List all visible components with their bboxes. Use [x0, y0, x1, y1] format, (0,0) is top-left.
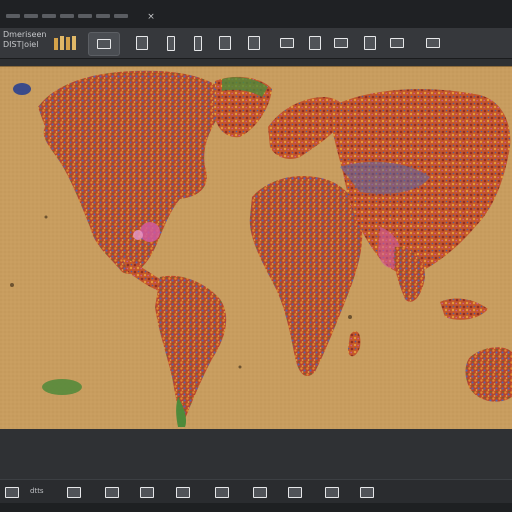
- frame-icon: [5, 486, 19, 498]
- map-canvas[interactable]: [0, 66, 512, 430]
- palette-button[interactable]: [50, 32, 80, 54]
- menu-item[interactable]: [24, 14, 38, 18]
- phone-button[interactable]: [187, 32, 209, 54]
- document-icon: [105, 486, 119, 498]
- close-icon[interactable]: ×: [146, 12, 156, 22]
- window-menu[interactable]: [6, 14, 128, 20]
- task-button-4[interactable]: [173, 484, 193, 500]
- world-map: [0, 67, 512, 429]
- main-toolbar: Dmeriseen DIST|oiel: [0, 28, 512, 59]
- first-frame-button[interactable]: [2, 484, 22, 500]
- task-button-2[interactable]: [102, 484, 122, 500]
- stamp-icon: [364, 36, 376, 50]
- document-icon: [176, 486, 190, 498]
- bottom-taskbar: dtts: [0, 479, 512, 504]
- document-icon: [215, 486, 229, 498]
- camera-icon: [97, 39, 111, 49]
- bottom-panel: [0, 429, 512, 479]
- taskbar-label: dtts: [30, 487, 44, 495]
- mobile-icon: [325, 486, 339, 498]
- menu-item[interactable]: [114, 14, 128, 18]
- bars-icon: [54, 36, 76, 50]
- layer-icon: [136, 36, 148, 50]
- task-button-1[interactable]: [64, 484, 84, 500]
- picture-icon: [390, 38, 404, 48]
- document-icon: [67, 486, 81, 498]
- menu-item[interactable]: [96, 14, 110, 18]
- book-button[interactable]: [160, 32, 182, 54]
- share-button[interactable]: [418, 32, 448, 54]
- task-button-7[interactable]: [285, 484, 305, 500]
- photo-icon: [280, 38, 294, 48]
- task-button-9[interactable]: [357, 484, 377, 500]
- battery-button[interactable]: [214, 32, 236, 54]
- share-icon: [426, 38, 440, 48]
- phone-icon: [194, 35, 202, 51]
- monitor-button[interactable]: [330, 32, 352, 54]
- document-icon: [288, 486, 302, 498]
- monitor-icon: [334, 38, 348, 48]
- menu-item[interactable]: [60, 14, 74, 18]
- layer-button[interactable]: [131, 32, 153, 54]
- task-button-8[interactable]: [322, 484, 342, 500]
- task-button-6[interactable]: [250, 484, 270, 500]
- app-label-line1: Dmeriseen: [3, 30, 47, 39]
- document-icon: [253, 486, 267, 498]
- task-button-5[interactable]: [212, 484, 232, 500]
- device-button[interactable]: [243, 32, 265, 54]
- mobile-icon: [309, 36, 321, 50]
- stamp-button[interactable]: [359, 32, 381, 54]
- photo-button[interactable]: [276, 32, 298, 54]
- app-label: Dmeriseen DIST|oiel: [3, 30, 47, 50]
- square-icon: [360, 486, 374, 498]
- battery-icon: [219, 36, 231, 50]
- camera-button[interactable]: [88, 32, 120, 56]
- menu-item[interactable]: [6, 14, 20, 18]
- picture-button[interactable]: [386, 32, 408, 54]
- status-bar: [0, 503, 512, 512]
- task-button-3[interactable]: [137, 484, 157, 500]
- device-icon: [248, 36, 260, 50]
- menu-item[interactable]: [42, 14, 56, 18]
- menu-item[interactable]: [78, 14, 92, 18]
- app-label-line2: DIST|oiel: [3, 40, 39, 49]
- book-icon: [167, 35, 175, 51]
- mobile-button[interactable]: [304, 32, 326, 54]
- title-bar: ×: [0, 0, 512, 29]
- document-icon: [140, 486, 154, 498]
